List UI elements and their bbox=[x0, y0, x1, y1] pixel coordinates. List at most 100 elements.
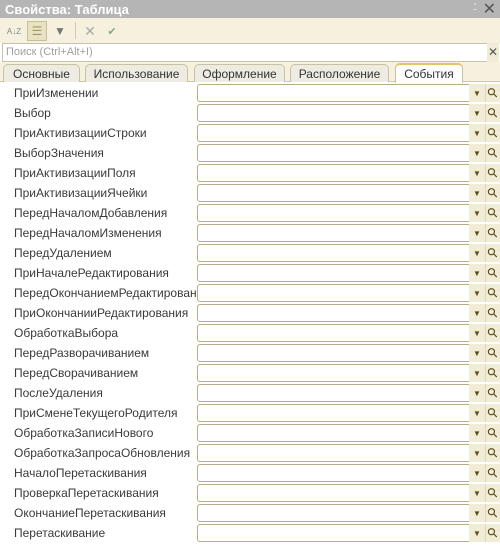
event-handler-field[interactable] bbox=[197, 524, 485, 542]
event-handler-field[interactable] bbox=[197, 84, 485, 102]
event-row: ПриНачалеРедактирования ▼ ⚲ bbox=[0, 262, 500, 282]
dropdown-button[interactable]: ▼ bbox=[469, 524, 485, 542]
event-handler-field[interactable] bbox=[197, 404, 485, 422]
open-button[interactable]: ⚲ bbox=[483, 483, 500, 502]
event-handler-field[interactable] bbox=[197, 184, 485, 202]
dropdown-button[interactable]: ▼ bbox=[469, 264, 485, 282]
event-handler-field[interactable] bbox=[197, 244, 485, 262]
dropdown-button[interactable]: ▼ bbox=[469, 104, 485, 122]
filter-button[interactable]: ▼ bbox=[50, 21, 70, 41]
event-label: ОбработкаЗапросаОбновления bbox=[14, 446, 191, 460]
dropdown-button[interactable]: ▼ bbox=[469, 124, 485, 142]
search-icon: ⚲ bbox=[483, 503, 500, 522]
search-icon: ⚲ bbox=[483, 203, 500, 222]
open-button[interactable]: ⚲ bbox=[484, 324, 500, 342]
sort-alphabetical-button[interactable]: A↓Z bbox=[4, 21, 24, 41]
dropdown-button[interactable]: ▼ bbox=[469, 364, 485, 382]
dropdown-button[interactable]: ▼ bbox=[469, 224, 485, 242]
event-row: ПередОкончаниемРедактирования ▼ ⚲ bbox=[0, 282, 500, 302]
open-button[interactable]: ⚲ bbox=[484, 344, 500, 362]
dropdown-button[interactable]: ▼ bbox=[469, 164, 485, 182]
open-button[interactable]: ⚲ bbox=[483, 503, 500, 522]
dropdown-button[interactable]: ▼ bbox=[469, 464, 485, 482]
dropdown-button[interactable]: ▼ bbox=[469, 484, 485, 502]
search-input[interactable]: Поиск (Ctrl+Alt+I) ✕ bbox=[2, 43, 499, 62]
chevron-down-icon: ▼ bbox=[473, 208, 481, 218]
open-button[interactable]: ⚲ bbox=[484, 164, 500, 182]
open-button[interactable]: ⚲ bbox=[484, 244, 500, 262]
open-button[interactable]: ⚲ bbox=[483, 203, 500, 222]
chevron-down-icon: ▼ bbox=[473, 128, 481, 138]
event-handler-field[interactable] bbox=[197, 364, 485, 382]
tab-appearance[interactable]: Оформление bbox=[194, 64, 285, 82]
event-handler-field[interactable] bbox=[197, 264, 485, 282]
dropdown-button[interactable]: ▼ bbox=[469, 504, 485, 522]
open-button[interactable]: ⚲ bbox=[484, 184, 500, 202]
dropdown-button[interactable]: ▼ bbox=[469, 444, 485, 462]
close-icon[interactable]: ✕ bbox=[483, 0, 496, 19]
open-button[interactable]: ⚲ bbox=[484, 404, 500, 422]
chevron-down-icon: ▼ bbox=[473, 348, 481, 358]
event-label: ВыборЗначения bbox=[14, 146, 104, 160]
pin-icon[interactable]: ⍘ bbox=[472, 2, 478, 13]
dropdown-button[interactable]: ▼ bbox=[469, 324, 485, 342]
dropdown-button[interactable]: ▼ bbox=[469, 304, 485, 322]
event-label: ПередСворачиванием bbox=[14, 366, 139, 380]
open-button[interactable]: ⚲ bbox=[484, 104, 500, 122]
dropdown-button[interactable]: ▼ bbox=[469, 184, 485, 202]
event-handler-field[interactable] bbox=[197, 504, 485, 522]
open-button[interactable]: ⚲ bbox=[484, 284, 500, 302]
toolbar: A↓Z ☰ ▼ ✕ ✔ bbox=[0, 18, 500, 43]
open-button[interactable]: ⚲ bbox=[483, 523, 500, 542]
open-button[interactable]: ⚲ bbox=[484, 424, 500, 442]
tab-usage[interactable]: Использование bbox=[85, 64, 188, 82]
event-handler-field[interactable] bbox=[197, 344, 485, 362]
event-handler-field[interactable] bbox=[197, 164, 485, 182]
event-handler-field[interactable] bbox=[197, 384, 485, 402]
search-icon: ⚲ bbox=[483, 523, 500, 542]
search-icon: ⚲ bbox=[483, 483, 500, 502]
dropdown-button[interactable]: ▼ bbox=[469, 284, 485, 302]
event-label: ПриОкончанииРедактирования bbox=[14, 306, 189, 320]
tab-layout[interactable]: Расположение bbox=[290, 64, 389, 82]
apply-button[interactable]: ✔ bbox=[102, 21, 122, 41]
event-handler-field[interactable] bbox=[197, 124, 485, 142]
event-handler-field[interactable] bbox=[197, 424, 485, 442]
event-handler-field[interactable] bbox=[197, 224, 485, 242]
open-button[interactable]: ⚲ bbox=[484, 144, 500, 162]
event-row: ПриОкончанииРедактирования ▼ ⚲ bbox=[0, 302, 500, 322]
dropdown-button[interactable]: ▼ bbox=[469, 384, 485, 402]
dropdown-button[interactable]: ▼ bbox=[469, 244, 485, 262]
tab-events[interactable]: События bbox=[395, 63, 463, 83]
sort-icon: A↓Z bbox=[6, 26, 22, 36]
event-handler-field[interactable] bbox=[197, 304, 485, 322]
tab-main[interactable]: Основные bbox=[3, 64, 80, 82]
event-handler-field[interactable] bbox=[197, 104, 485, 122]
cancel-button[interactable]: ✕ bbox=[80, 21, 100, 41]
event-handler-field[interactable] bbox=[197, 204, 485, 222]
dropdown-button[interactable]: ▼ bbox=[469, 204, 485, 222]
dropdown-button[interactable]: ▼ bbox=[469, 344, 485, 362]
event-handler-field[interactable] bbox=[197, 484, 485, 502]
chevron-down-icon: ▼ bbox=[473, 168, 481, 178]
dropdown-button[interactable]: ▼ bbox=[469, 84, 485, 102]
open-button[interactable]: ⚲ bbox=[484, 384, 500, 402]
open-button[interactable]: ⚲ bbox=[484, 224, 500, 242]
dropdown-button[interactable]: ▼ bbox=[469, 404, 485, 422]
dropdown-button[interactable]: ▼ bbox=[469, 424, 485, 442]
open-button[interactable]: ⚲ bbox=[484, 84, 500, 102]
event-handler-field[interactable] bbox=[197, 464, 485, 482]
event-handler-field[interactable] bbox=[197, 144, 485, 162]
event-handler-field[interactable] bbox=[197, 324, 485, 342]
tree-view-button[interactable]: ☰ bbox=[27, 21, 47, 41]
open-button[interactable]: ⚲ bbox=[484, 304, 500, 322]
dropdown-button[interactable]: ▼ bbox=[469, 144, 485, 162]
open-button[interactable]: ⚲ bbox=[484, 264, 500, 282]
open-button[interactable]: ⚲ bbox=[484, 464, 500, 482]
event-handler-field[interactable] bbox=[197, 284, 485, 302]
open-button[interactable]: ⚲ bbox=[484, 444, 500, 462]
event-handler-field[interactable] bbox=[197, 444, 485, 462]
open-button[interactable]: ⚲ bbox=[484, 364, 500, 382]
clear-search-button[interactable]: ✕ bbox=[487, 43, 499, 62]
open-button[interactable]: ⚲ bbox=[484, 124, 500, 142]
